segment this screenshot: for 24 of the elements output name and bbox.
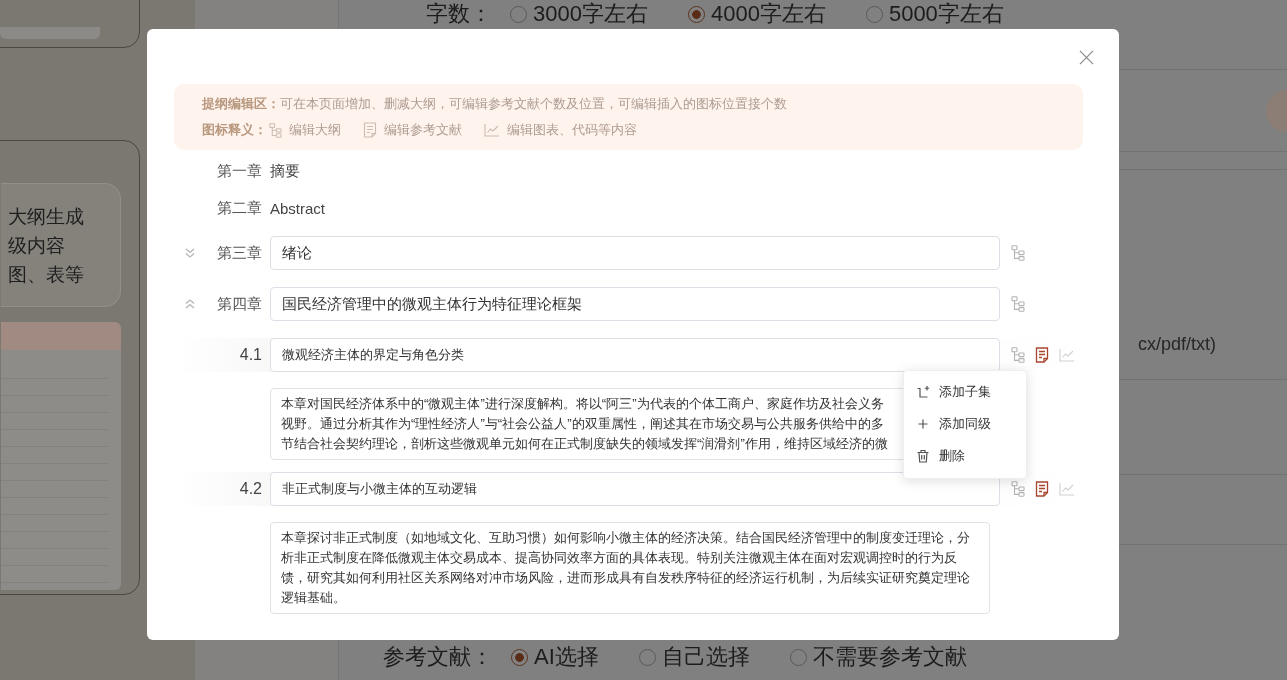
option-label: 5000字左右 <box>888 0 1004 28</box>
legend-text: 编辑大纲 <box>289 121 341 139</box>
format-hint-text: cx/pdf/txt) <box>1138 333 1217 356</box>
chapter-label: 第二章 <box>216 199 262 218</box>
notice-label: 提纲编辑区： <box>202 95 280 113</box>
section-number: 4.2 <box>238 480 262 498</box>
notice-text: 可在本页面增加、删减大纲，可编辑参考文献个数及位置，可编辑插入的图标位置接个数 <box>280 95 787 113</box>
option-label: 3000字左右 <box>533 0 648 28</box>
chapter-title: 摘要 <box>270 162 300 181</box>
option-label: 不需要参考文献 <box>812 643 967 671</box>
chapter-label: 第四章 <box>216 294 262 314</box>
legend-label: 图标释义： <box>202 121 267 139</box>
legend-text: 编辑参考文献 <box>384 121 462 139</box>
section-number: 4.1 <box>238 346 262 364</box>
chapter-label: 第三章 <box>216 243 262 263</box>
option-label: AI选择 <box>534 643 599 671</box>
field-label: 字数： <box>426 0 492 28</box>
chapter-title: Abstract <box>270 200 326 217</box>
chapter-label: 第一章 <box>216 162 262 181</box>
card-text: 大纲生成 级内容 图、表等 <box>7 204 84 287</box>
option-label: 4000字左右 <box>710 0 826 28</box>
option-label: 自己选择 <box>661 643 750 671</box>
legend-text: 编辑图表、代码等内容 <box>507 121 637 139</box>
field-label: 参考文献： <box>383 643 493 671</box>
